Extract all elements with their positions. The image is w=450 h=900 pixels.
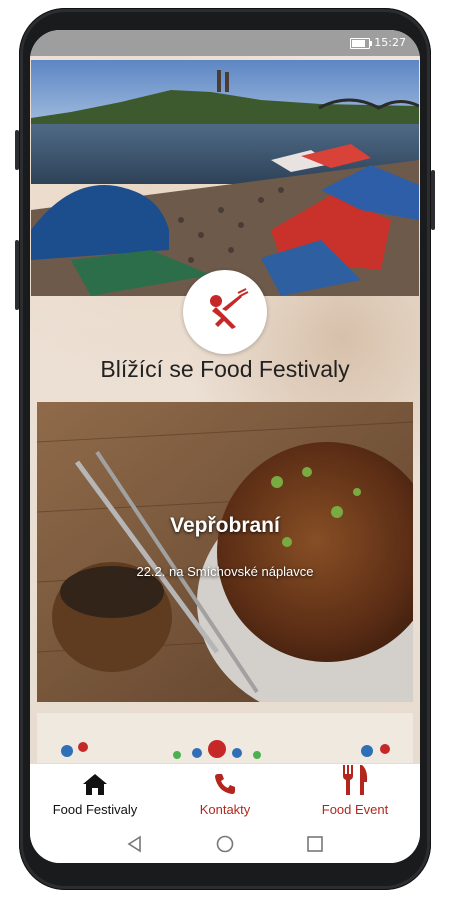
festival-list[interactable]: Blížící se Food Festivaly Vepřobraní 22.… xyxy=(30,56,420,763)
system-navigation-bar xyxy=(30,823,420,863)
back-icon[interactable] xyxy=(126,835,144,853)
hero-image xyxy=(31,60,419,296)
festival-logo xyxy=(183,270,267,354)
fork-knife-icon xyxy=(343,765,368,795)
tab-kontakty[interactable]: Kontakty xyxy=(160,764,290,824)
tab-label: Food Event xyxy=(321,802,389,817)
tab-food-festivaly[interactable]: Food Festivaly xyxy=(30,764,160,824)
battery-icon xyxy=(350,38,372,49)
status-bar: 15:27 xyxy=(30,30,420,56)
tab-food-event[interactable]: Food Event xyxy=(290,764,420,824)
tab-label: Food Festivaly xyxy=(52,802,138,817)
side-button xyxy=(431,170,435,230)
section-title: Blížící se Food Festivaly xyxy=(100,356,350,382)
phone-icon xyxy=(215,774,235,794)
event-subtitle: 22.2. na Smíchovské náplavce xyxy=(136,564,314,579)
side-button xyxy=(15,240,19,310)
home-icon xyxy=(83,774,107,795)
app-screen: 15:27 Blížící se Food Festivaly Vepřobra… xyxy=(30,30,420,863)
bottom-navigation: Food Festivaly Kontakty Food Event xyxy=(30,763,420,824)
tab-label: Kontakty xyxy=(199,802,251,817)
event-title: Vepřobraní xyxy=(170,514,280,537)
event-card[interactable] xyxy=(37,713,413,763)
recents-icon[interactable] xyxy=(306,835,324,853)
event-card[interactable]: Vepřobraní 22.2. na Smíchovské náplavce xyxy=(37,402,413,702)
side-button xyxy=(15,130,19,170)
status-time: 15:27 xyxy=(374,36,406,49)
home-circle-icon[interactable] xyxy=(216,835,234,853)
